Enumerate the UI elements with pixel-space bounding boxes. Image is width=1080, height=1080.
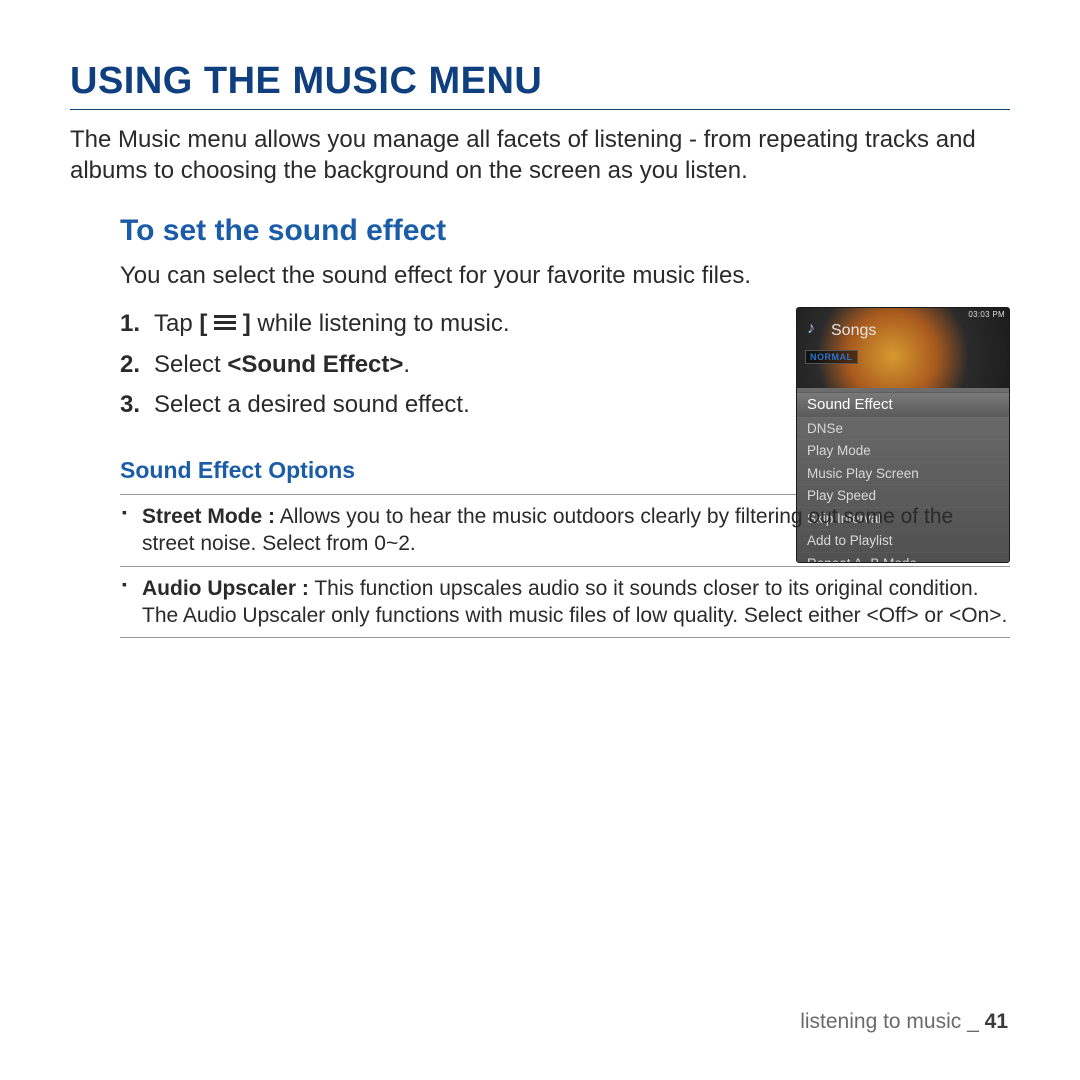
step-1: Tap [ ] while listening to music. bbox=[120, 307, 760, 342]
device-menu-item: DNSe bbox=[797, 417, 1009, 440]
device-menu-item: Play Mode bbox=[797, 439, 1009, 462]
section-lead: You can select the sound effect for your… bbox=[120, 260, 1010, 292]
section-heading-sound-effect: To set the sound effect bbox=[120, 214, 1010, 248]
page-footer: listening to music _ 41 bbox=[800, 1010, 1008, 1034]
option-name: Audio Upscaler : bbox=[142, 577, 309, 600]
step-2: Select <Sound Effect>. bbox=[120, 348, 760, 383]
step-2-text-a: Select bbox=[154, 351, 227, 378]
page-title: USING THE MUSIC MENU bbox=[70, 60, 1010, 110]
footer-sep: _ bbox=[961, 1010, 984, 1033]
step-1-text-d: while listening to music. bbox=[251, 310, 510, 337]
step-2-bold: <Sound Effect> bbox=[227, 351, 403, 378]
device-mode-badge: NORMAL bbox=[805, 350, 858, 364]
footer-page-number: 41 bbox=[985, 1010, 1008, 1033]
device-songs-label: Songs bbox=[831, 322, 876, 340]
device-status-time: 03:03 PM bbox=[968, 310, 1005, 319]
device-top-area: 03:03 PM ♪ Songs NORMAL bbox=[797, 308, 1009, 388]
options-list: Street Mode : Allows you to hear the mus… bbox=[120, 495, 1010, 638]
option-audio-upscaler: Audio Upscaler : This function upscales … bbox=[120, 567, 1010, 639]
option-street-mode: Street Mode : Allows you to hear the mus… bbox=[120, 495, 1010, 567]
step-3: Select a desired sound effect. bbox=[120, 388, 760, 423]
device-menu-item: Music Play Screen bbox=[797, 462, 1009, 485]
device-menu-item: Sound Effect bbox=[797, 392, 1009, 417]
music-note-icon: ♪ bbox=[807, 320, 815, 338]
step-1-text-a: Tap bbox=[154, 310, 199, 337]
steps-list: Tap [ ] while listening to music. Select… bbox=[120, 307, 760, 423]
step-1-bracket-open: [ bbox=[199, 310, 214, 337]
step-2-text-c: . bbox=[403, 351, 410, 378]
option-name: Street Mode : bbox=[142, 505, 275, 528]
footer-section: listening to music bbox=[800, 1010, 961, 1033]
intro-text: The Music menu allows you manage all fac… bbox=[70, 124, 1010, 186]
step-1-bracket-close: ] bbox=[236, 310, 251, 337]
menu-icon bbox=[214, 312, 236, 333]
